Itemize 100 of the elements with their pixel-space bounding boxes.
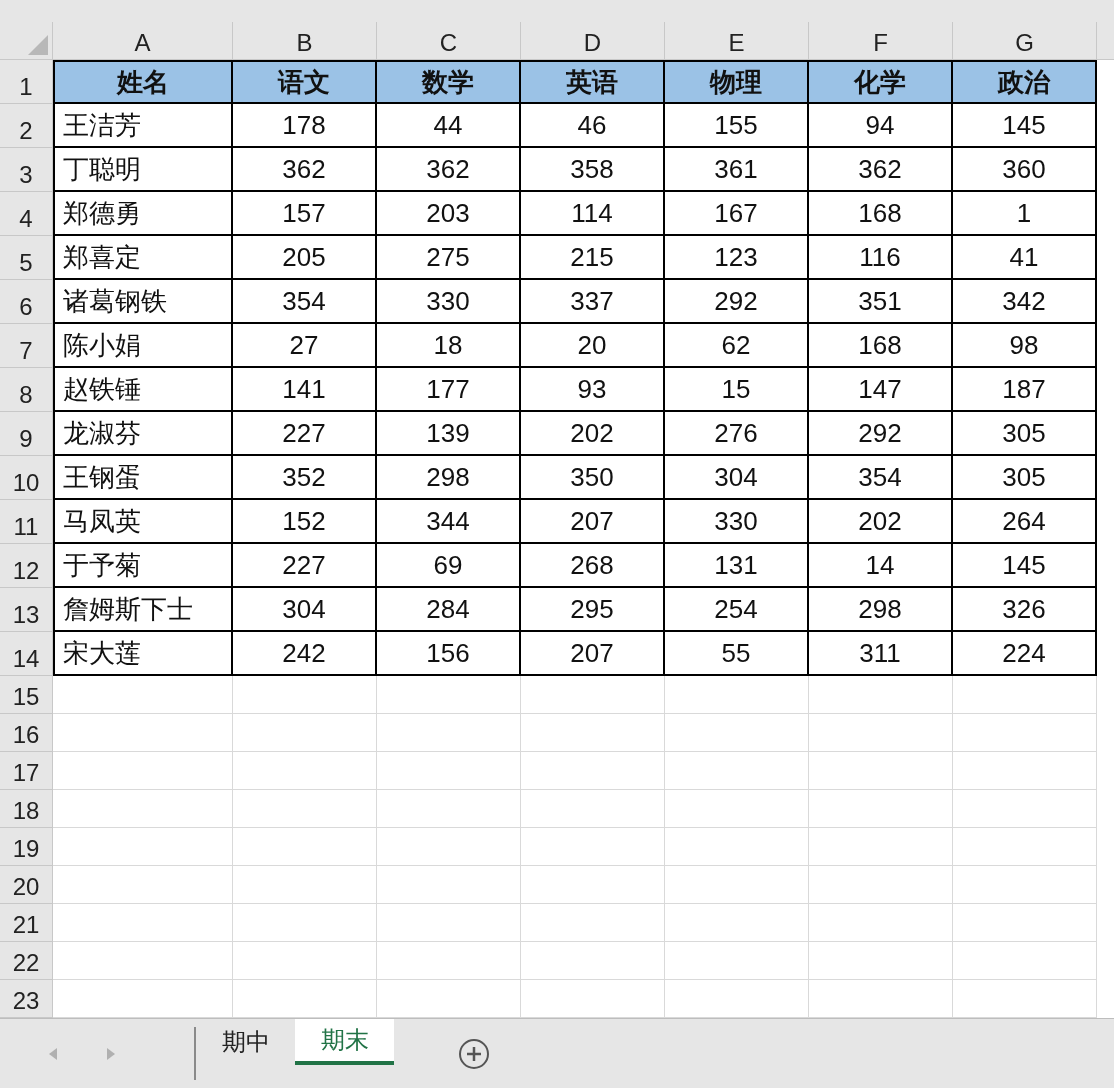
- table-cell: 王钢蛋: [53, 456, 233, 500]
- table-cell: 352: [233, 456, 377, 500]
- table-cell: 268: [521, 544, 665, 588]
- table-cell: 18: [377, 324, 521, 368]
- table-cell: 362: [809, 148, 953, 192]
- table-cell: 詹姆斯下士: [53, 588, 233, 632]
- table-cell: 62: [665, 324, 809, 368]
- table-cell: 44: [377, 104, 521, 148]
- table-cell: 14: [809, 544, 953, 588]
- table-cell: 304: [233, 588, 377, 632]
- table-cell: 69: [377, 544, 521, 588]
- table-cell: 41: [953, 236, 1097, 280]
- sheet-tab[interactable]: 期末: [295, 1019, 394, 1065]
- table-cell: 陈小娟: [53, 324, 233, 368]
- header-cell: 政治: [953, 60, 1097, 104]
- row-header[interactable]: 7: [19, 339, 33, 363]
- column-header[interactable]: C: [439, 31, 458, 55]
- table-cell: 丁聪明: [53, 148, 233, 192]
- table-cell: 98: [953, 324, 1097, 368]
- column-header[interactable]: E: [728, 31, 745, 55]
- table-cell: 207: [521, 632, 665, 676]
- table-cell: 94: [809, 104, 953, 148]
- table-cell: 114: [521, 192, 665, 236]
- header-cell: 物理: [665, 60, 809, 104]
- table-cell: 15: [665, 368, 809, 412]
- table-cell: 168: [809, 192, 953, 236]
- scroll-left-icon[interactable]: [48, 1046, 58, 1061]
- table-cell: 宋大莲: [53, 632, 233, 676]
- table-cell: 215: [521, 236, 665, 280]
- header-cell: 语文: [233, 60, 377, 104]
- table-cell: 224: [953, 632, 1097, 676]
- table-cell: 王洁芳: [53, 104, 233, 148]
- table-cell: 145: [953, 544, 1097, 588]
- table-cell: 167: [665, 192, 809, 236]
- column-header[interactable]: B: [296, 31, 313, 55]
- table-cell: 177: [377, 368, 521, 412]
- column-header[interactable]: D: [583, 31, 602, 55]
- table-cell: 361: [665, 148, 809, 192]
- table-cell: 342: [953, 280, 1097, 324]
- header-cell: 化学: [809, 60, 953, 104]
- row-header[interactable]: 9: [19, 427, 33, 451]
- table-cell: 141: [233, 368, 377, 412]
- table-cell: 139: [377, 412, 521, 456]
- table-cell: 145: [953, 104, 1097, 148]
- table-cell: 298: [809, 588, 953, 632]
- header-cell: 数学: [377, 60, 521, 104]
- scroll-right-icon[interactable]: [106, 1046, 116, 1061]
- table-cell: 147: [809, 368, 953, 412]
- table-cell: 157: [233, 192, 377, 236]
- column-header[interactable]: A: [134, 31, 151, 55]
- table-cell: 326: [953, 588, 1097, 632]
- table-cell: 马凤英: [53, 500, 233, 544]
- table-cell: 337: [521, 280, 665, 324]
- table-cell: 295: [521, 588, 665, 632]
- row-header[interactable]: 4: [19, 207, 33, 231]
- header-cell: 英语: [521, 60, 665, 104]
- table-cell: 227: [233, 412, 377, 456]
- table-cell: 360: [953, 148, 1097, 192]
- row-header[interactable]: 1: [19, 75, 33, 99]
- row-header[interactable]: 6: [19, 295, 33, 319]
- table-cell: 362: [233, 148, 377, 192]
- table-cell: 93: [521, 368, 665, 412]
- table-cell: 郑喜定: [53, 236, 233, 280]
- table-cell: 242: [233, 632, 377, 676]
- table-cell: 305: [953, 456, 1097, 500]
- table-cell: 350: [521, 456, 665, 500]
- add-sheet-icon[interactable]: [458, 1037, 490, 1070]
- table-cell: 276: [665, 412, 809, 456]
- table-cell: 362: [377, 148, 521, 192]
- table-cell: 298: [377, 456, 521, 500]
- table-cell: 168: [809, 324, 953, 368]
- table-cell: 诸葛钢铁: [53, 280, 233, 324]
- table-cell: 354: [809, 456, 953, 500]
- row-header[interactable]: 2: [19, 119, 33, 143]
- table-cell: 330: [665, 500, 809, 544]
- table-cell: 123: [665, 236, 809, 280]
- header-cell: 姓名: [53, 60, 233, 104]
- table-cell: 207: [521, 500, 665, 544]
- table-cell: 27: [233, 324, 377, 368]
- row-header[interactable]: 5: [19, 251, 33, 275]
- table-cell: 351: [809, 280, 953, 324]
- column-header[interactable]: G: [1015, 31, 1034, 55]
- table-cell: 202: [521, 412, 665, 456]
- row-header[interactable]: 8: [19, 383, 33, 407]
- table-cell: 344: [377, 500, 521, 544]
- table-cell: 304: [665, 456, 809, 500]
- sheet-tab[interactable]: 期中: [196, 1019, 295, 1065]
- table-cell: 227: [233, 544, 377, 588]
- table-cell: 1: [953, 192, 1097, 236]
- table-cell: 203: [377, 192, 521, 236]
- table-cell: 赵铁锤: [53, 368, 233, 412]
- table-cell: 202: [809, 500, 953, 544]
- row-header[interactable]: 3: [19, 163, 33, 187]
- table-cell: 于予菊: [53, 544, 233, 588]
- table-cell: 46: [521, 104, 665, 148]
- column-header[interactable]: F: [873, 31, 888, 55]
- table-cell: 131: [665, 544, 809, 588]
- table-cell: 155: [665, 104, 809, 148]
- table-cell: 178: [233, 104, 377, 148]
- select-all-icon[interactable]: [28, 35, 48, 55]
